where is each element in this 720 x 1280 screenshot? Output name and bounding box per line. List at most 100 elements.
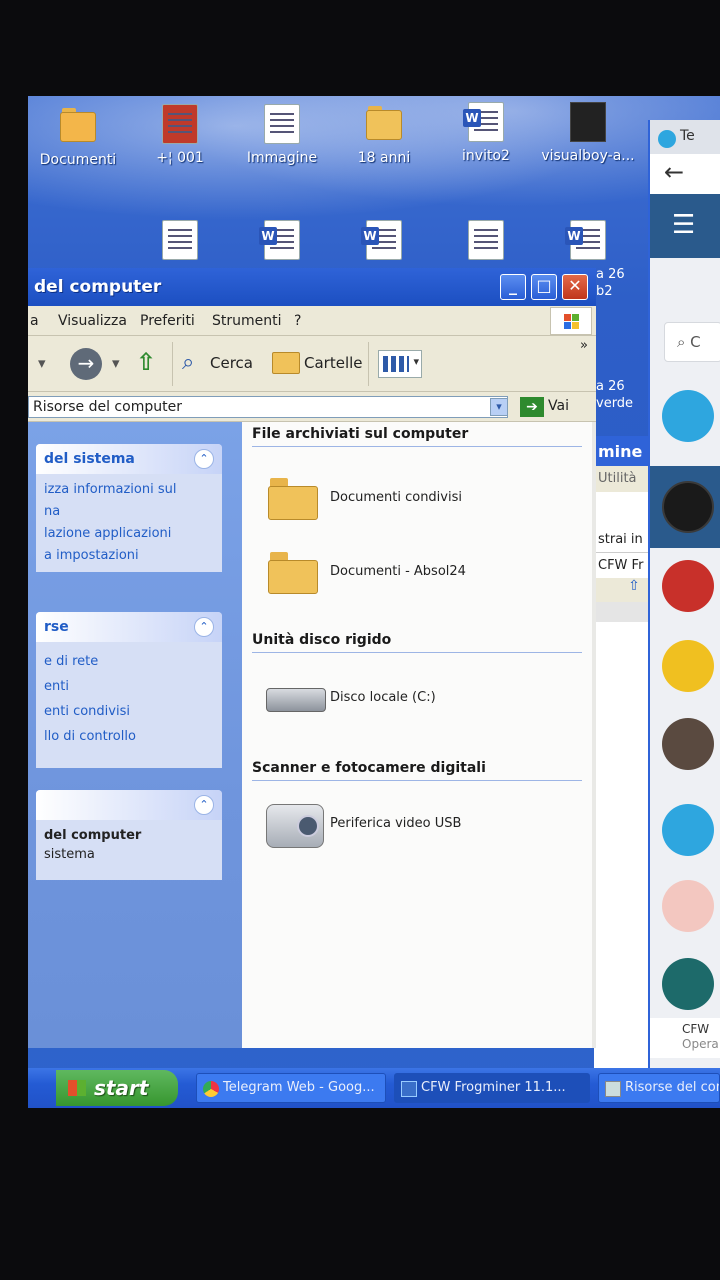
page-icon (401, 1081, 417, 1097)
avatar[interactable] (662, 640, 714, 692)
task-pane: del sistema ⌃ izza informazioni sul na l… (28, 422, 242, 1048)
place-link[interactable]: e di rete (36, 642, 222, 673)
image-file-icon (162, 104, 198, 144)
maximize-button[interactable]: □ (531, 274, 557, 300)
desktop-icon-visualboy[interactable]: visualboy-a... (538, 102, 638, 164)
browser-tab[interactable]: Te (650, 120, 720, 154)
title-bar[interactable]: del computer _ □ ✕ (28, 268, 596, 306)
windows-flag-icon (68, 1080, 86, 1096)
avatar[interactable] (662, 560, 714, 612)
desktop-icon-immagine[interactable]: Immagine (232, 104, 332, 166)
magnifier-icon: ⌕ (182, 350, 195, 375)
avatar[interactable] (662, 718, 714, 770)
details-name: del computer (44, 828, 142, 843)
details-panel: ⌃ del computer sistema (36, 790, 222, 880)
word-document-icon: W (565, 220, 606, 260)
task-telegram[interactable]: Telegram Web - Goog... (196, 1073, 386, 1103)
forward-arrow-icon[interactable]: → (70, 348, 102, 380)
chat-item-selected[interactable] (650, 466, 720, 548)
task-link[interactable]: izza informazioni sul (36, 474, 222, 501)
collapse-icon[interactable]: ⌃ (194, 449, 214, 469)
system-tasks-panel: del sistema ⌃ izza informazioni sul na l… (36, 444, 222, 572)
desktop-icon-text-file[interactable] (130, 220, 230, 260)
edit-document-icon (468, 220, 504, 260)
drive-item-c[interactable]: Disco locale (C:) (266, 674, 546, 726)
address-dropdown-icon[interactable]: ▾ (490, 398, 508, 416)
task-frogminer[interactable]: CFW Frogminer 11.1... (394, 1073, 590, 1103)
search-input[interactable]: ⌕ C (664, 322, 720, 362)
task-link[interactable]: lazione applicazioni (36, 523, 222, 545)
address-input[interactable]: Risorse del computer (28, 396, 508, 418)
views-button[interactable]: ▾ (378, 350, 422, 378)
folder-item-shared-docs[interactable]: Documenti condivisi (266, 474, 546, 526)
desktop-label-peek-1: a 26 b2 (596, 267, 625, 299)
explorer-window[interactable]: del computer _ □ ✕ a Visualizza Preferit… (28, 268, 596, 1048)
folder-icon (268, 476, 318, 520)
close-button[interactable]: ✕ (562, 274, 588, 300)
forward-dropdown-arrow-icon[interactable]: ▾ (112, 354, 120, 372)
folder-up-icon[interactable]: ⇧ (136, 348, 164, 378)
back-dropdown-arrow-icon[interactable]: ▾ (38, 354, 46, 372)
monitor-bezel: Documenti +¦ 001 Immagine 18 anni W invi… (0, 0, 720, 1280)
avatar[interactable] (662, 958, 714, 1010)
window-title: del computer (34, 277, 162, 297)
menu-item-help[interactable]: ? (294, 313, 301, 329)
avatar (662, 481, 714, 533)
search-button[interactable]: ⌕ Cerca (180, 350, 253, 378)
word-document-icon: W (361, 220, 402, 260)
bookmark-icon[interactable] (662, 390, 714, 442)
computer-icon (605, 1081, 621, 1097)
address-bar: Risorse del computer ▾ ➔ Vai (28, 392, 596, 422)
menu-item-modifica[interactable]: a (30, 313, 39, 329)
group-header-files: File archiviati sul computer (252, 426, 582, 447)
content-pane: File archiviati sul computer Documenti c… (242, 422, 592, 1048)
desktop-icon-word-a[interactable]: W (232, 220, 332, 260)
group-header-drives: Unità disco rigido (252, 632, 582, 653)
desktop-icon-18-anni[interactable]: 18 anni (334, 104, 434, 166)
desktop-icon-word-c[interactable]: W (538, 220, 638, 260)
folder-icon (60, 106, 96, 146)
menu-bar: a Visualizza Preferiti Strumenti ? (28, 306, 596, 336)
browser-window[interactable]: Te ← ☰ ⌕ C CFW Opera (648, 120, 720, 1108)
desktop-screen: Documenti +¦ 001 Immagine 18 anni W invi… (28, 96, 720, 1108)
task-my-computer[interactable]: Risorse del com (598, 1073, 720, 1103)
folder-icon (268, 550, 318, 594)
desktop-icon-invito2[interactable]: W invito2 (436, 102, 536, 164)
menu-item-visualizza[interactable]: Visualizza (58, 313, 127, 329)
avatar[interactable] (662, 880, 714, 932)
chrome-icon (203, 1081, 219, 1097)
task-link[interactable]: na (36, 501, 222, 523)
video-camera-icon (266, 804, 324, 848)
toolbar-overflow-chevron[interactable]: » (580, 338, 588, 353)
desktop-icon-edit-doc[interactable] (436, 220, 536, 260)
taskbar: start Telegram Web - Goog... CFW Frogmin… (28, 1068, 720, 1108)
minimize-button[interactable]: _ (500, 274, 526, 300)
telegram-tab-icon (658, 130, 676, 148)
group-header-scanners: Scanner e fotocamere digitali (252, 760, 582, 781)
details-type: sistema (44, 847, 95, 862)
folder-item-user-docs[interactable]: Documenti - Absol24 (266, 548, 546, 600)
telegram-icon[interactable] (662, 804, 714, 856)
windows-logo-icon (550, 307, 592, 335)
desktop-label-peek-2: a 26 verde (596, 379, 634, 411)
device-item-usb-video[interactable]: Periferica video USB (266, 800, 546, 852)
word-document-icon: W (259, 220, 300, 260)
place-link[interactable]: enti (36, 673, 222, 698)
start-button[interactable]: start (56, 1070, 178, 1106)
chat-footer-item[interactable]: CFW Opera (650, 1018, 720, 1058)
collapse-icon[interactable]: ⌃ (194, 795, 214, 815)
back-arrow-icon[interactable]: ← (650, 154, 720, 194)
menu-item-preferiti[interactable]: Preferiti (140, 313, 195, 329)
collapse-icon[interactable]: ⌃ (194, 617, 214, 637)
desktop-icon-word-b[interactable]: W (334, 220, 434, 260)
desktop-icon-001[interactable]: +¦ 001 (130, 104, 230, 166)
menu-item-strumenti[interactable]: Strumenti (212, 313, 282, 329)
text-file-icon (162, 220, 198, 260)
place-link[interactable]: llo di controllo (36, 723, 222, 748)
task-link[interactable]: a impostazioni (36, 545, 222, 567)
folders-button[interactable]: Cartelle (270, 350, 363, 378)
desktop-icon-documenti[interactable]: Documenti (28, 106, 128, 168)
go-button[interactable]: ➔ Vai (518, 396, 569, 418)
hamburger-menu-icon[interactable]: ☰ (650, 194, 720, 258)
place-link[interactable]: enti condivisi (36, 698, 222, 723)
